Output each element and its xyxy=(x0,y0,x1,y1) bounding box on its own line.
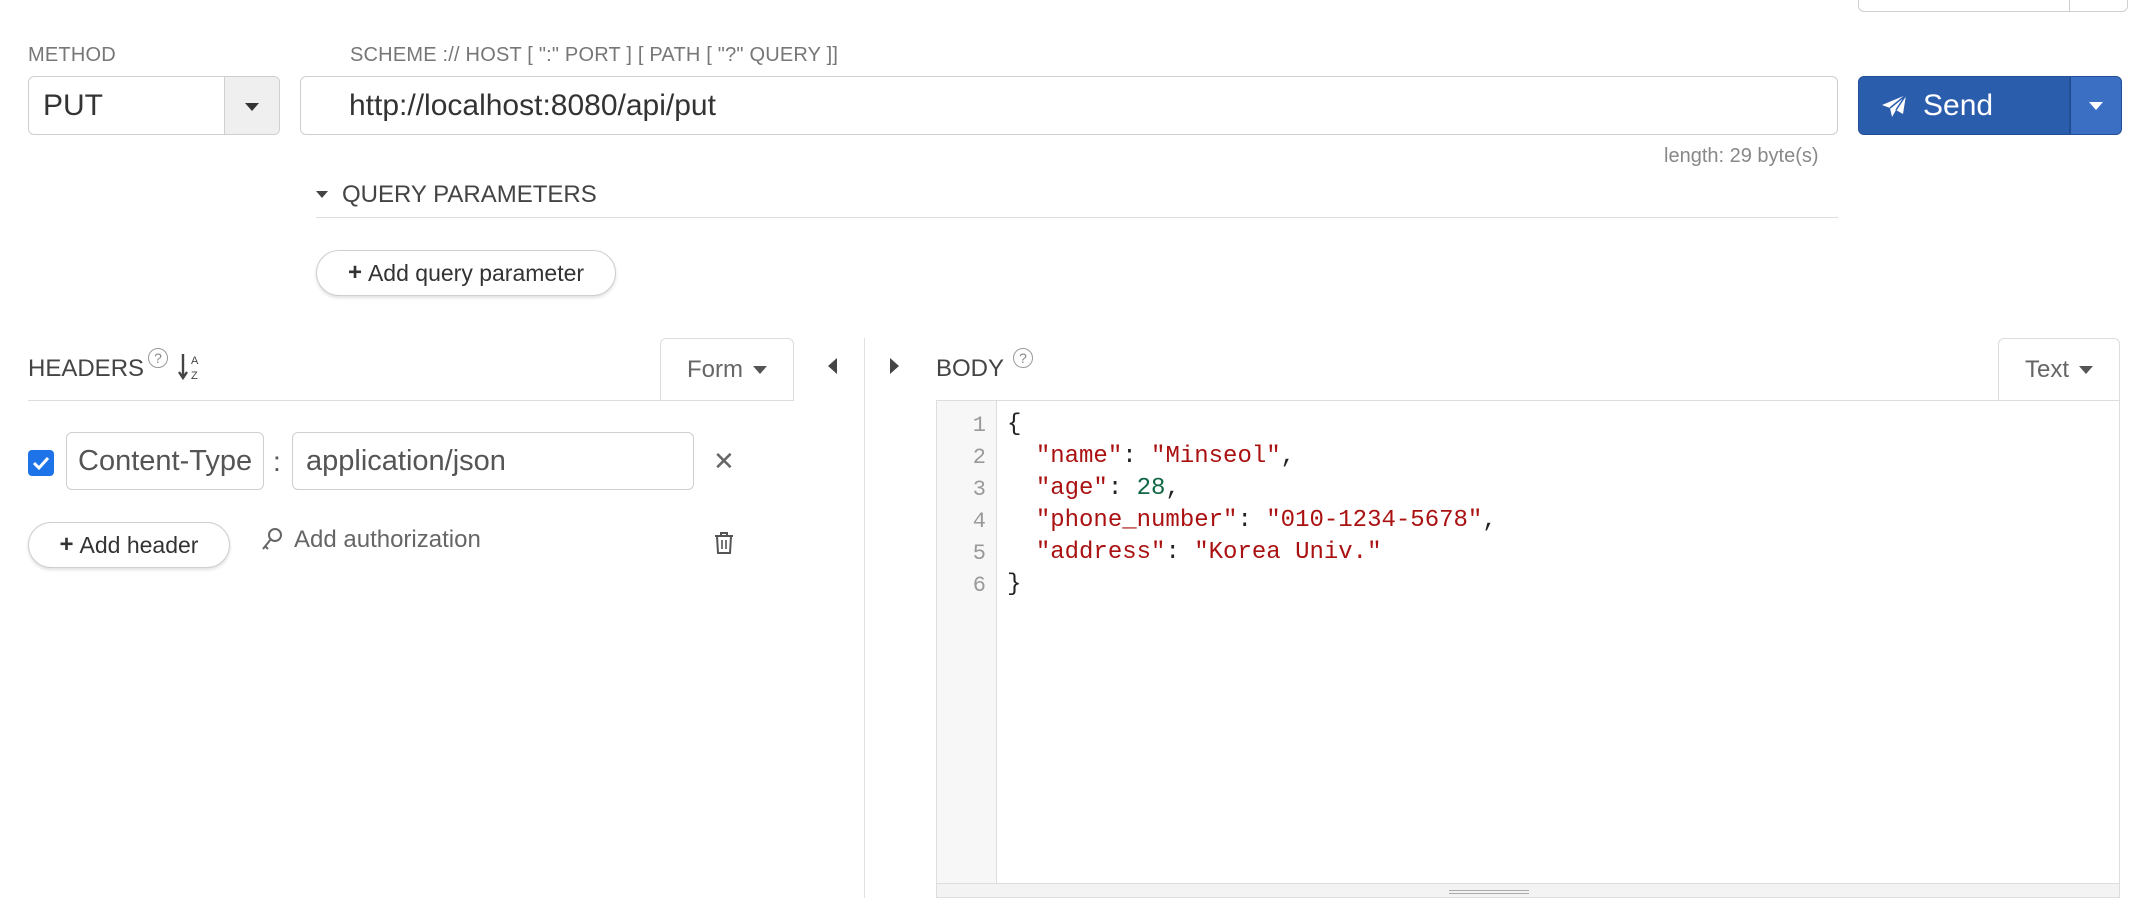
add-authorization-label: Add authorization xyxy=(294,526,481,553)
header-enabled-checkbox[interactable] xyxy=(28,450,54,476)
send-options-button[interactable] xyxy=(2070,76,2122,135)
method-value: PUT xyxy=(43,89,103,122)
send-label: Send xyxy=(1923,88,1994,122)
add-authorization-link[interactable]: Add authorization xyxy=(260,526,481,554)
plus-icon: + xyxy=(347,259,362,286)
chevron-down-icon xyxy=(2079,366,2093,374)
query-parameters-label: QUERY PARAMETERS xyxy=(342,180,597,208)
sort-alpha-icon[interactable]: A Z xyxy=(178,352,204,387)
line-number: 4 xyxy=(972,509,986,534)
add-query-parameter-label: Add query parameter xyxy=(367,259,585,286)
headers-mode-label: Form xyxy=(687,356,743,383)
code-line: "phone_number": "010-1234-5678", xyxy=(1035,507,1497,534)
header-value-input[interactable]: application/json xyxy=(292,432,694,490)
line-number: 5 xyxy=(972,541,986,566)
url-input[interactable]: http://localhost:8080/api/put xyxy=(300,76,1838,135)
key-icon xyxy=(262,528,282,550)
editor-resize-handle[interactable] xyxy=(937,883,2119,897)
url-label: SCHEME :// HOST [ ":" PORT ] [ PATH [ "?… xyxy=(350,44,839,66)
url-length: length: 29 byte(s) xyxy=(1664,145,1819,167)
collapse-left-icon[interactable] xyxy=(828,358,837,374)
body-editor[interactable]: 1 2 3 4 5 6 { "name": "Minseol", "age": … xyxy=(936,400,2120,898)
code-line: { xyxy=(1007,411,1022,438)
method-select[interactable]: PUT xyxy=(28,76,280,135)
body-mode-dropdown[interactable]: Text xyxy=(1998,338,2120,401)
line-number-gutter: 1 2 3 4 5 6 xyxy=(937,401,997,897)
code-line: "name": "Minseol", xyxy=(1035,443,1296,470)
paper-plane-icon xyxy=(1882,93,1907,117)
code-line: "age": 28, xyxy=(1035,475,1180,502)
add-header-button[interactable]: + Add header xyxy=(28,522,230,568)
method-dropdown-button[interactable] xyxy=(224,77,279,134)
query-parameters-toggle[interactable]: QUERY PARAMETERS xyxy=(316,172,1838,218)
top-right-partial-buttons[interactable] xyxy=(1858,0,2128,12)
header-colon: : xyxy=(273,446,281,477)
panel-splitter[interactable] xyxy=(864,338,865,898)
code-line: "address": "Korea Univ." xyxy=(1035,539,1382,566)
headers-divider xyxy=(28,400,793,401)
collapse-right-icon[interactable] xyxy=(890,358,899,374)
headers-title: HEADERS xyxy=(28,355,145,382)
close-icon[interactable]: ✕ xyxy=(713,446,735,477)
method-label: METHOD xyxy=(28,44,116,66)
help-icon[interactable]: ? xyxy=(1013,348,1033,368)
chevron-down-icon xyxy=(2089,102,2103,110)
add-header-label: Add header xyxy=(79,531,199,558)
add-query-parameter-button[interactable]: + Add query parameter xyxy=(316,250,616,296)
help-icon[interactable]: ? xyxy=(148,348,168,368)
headers-mode-dropdown[interactable]: Form xyxy=(660,338,794,401)
line-number: 1 xyxy=(972,413,986,438)
chevron-down-icon xyxy=(245,103,259,111)
header-key-input[interactable]: Content-Type xyxy=(66,432,264,490)
line-number: 6 xyxy=(972,573,986,598)
trash-icon[interactable] xyxy=(713,531,735,560)
caret-down-icon xyxy=(316,191,328,198)
checkmark-icon xyxy=(32,456,50,471)
svg-text:Z: Z xyxy=(191,370,198,382)
chevron-down-icon xyxy=(753,366,767,374)
code-line: } xyxy=(1007,571,1022,598)
plus-icon: + xyxy=(59,531,74,558)
line-number: 2 xyxy=(972,445,986,470)
send-button[interactable]: Send xyxy=(1858,76,2070,135)
svg-text:A: A xyxy=(191,355,199,367)
body-mode-label: Text xyxy=(2024,356,2069,383)
line-number: 3 xyxy=(972,477,986,502)
body-title: BODY xyxy=(936,355,1005,382)
